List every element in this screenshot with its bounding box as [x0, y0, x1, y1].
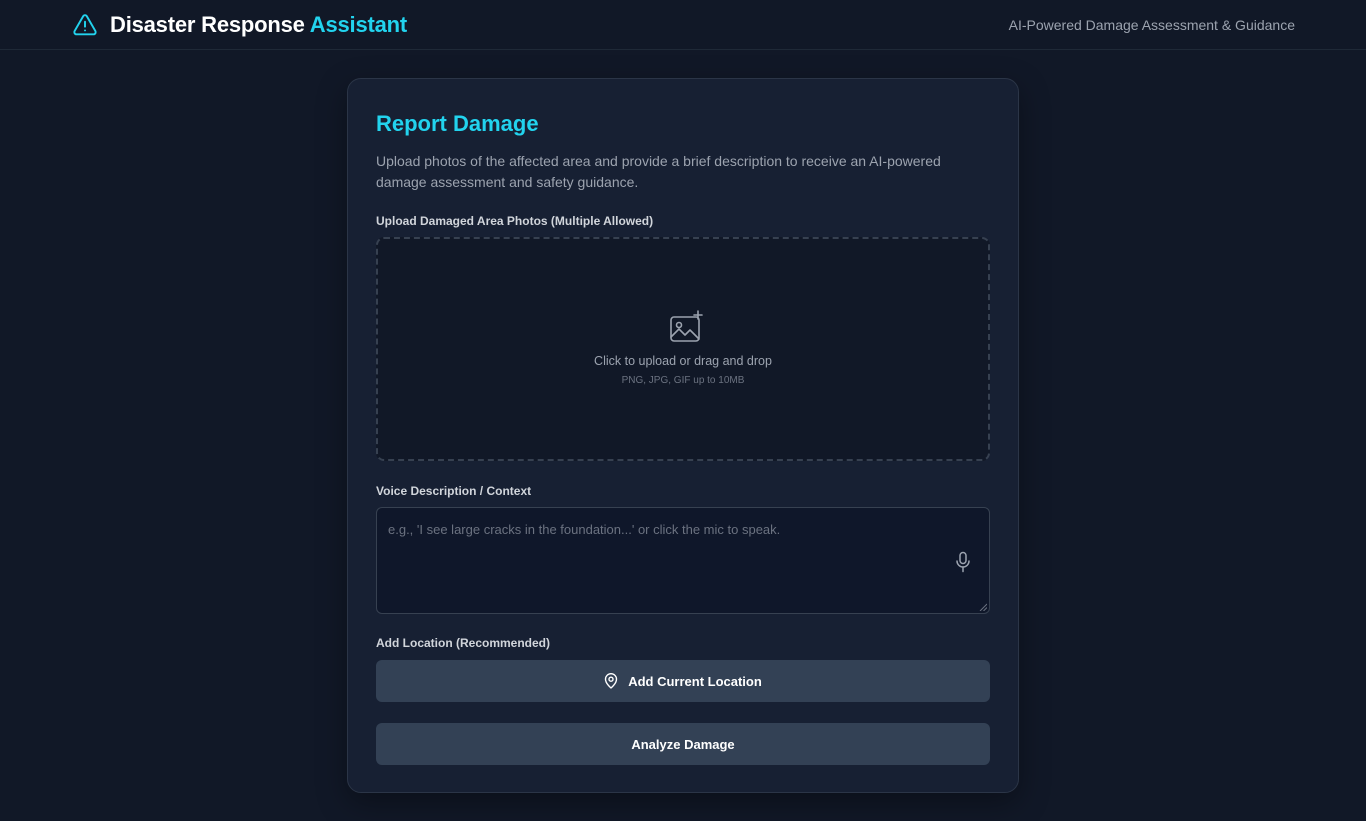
app-title-primary: Disaster Response: [110, 12, 305, 37]
report-damage-card: Report Damage Upload photos of the affec…: [347, 78, 1019, 793]
upload-label: Upload Damaged Area Photos (Multiple All…: [376, 214, 654, 228]
top-bar: Disaster Response Assistant AI-Powered D…: [0, 0, 1366, 50]
upload-prompt: Click to upload or drag and drop: [594, 354, 772, 368]
map-pin-icon: [604, 673, 618, 689]
add-location-button[interactable]: Add Current Location: [376, 660, 990, 702]
voice-description-box: [376, 507, 990, 614]
location-label: Add Location (Recommended): [376, 636, 551, 650]
card-title: Report Damage: [376, 111, 539, 136]
app-tagline: AI-Powered Damage Assessment & Guidance: [1008, 17, 1295, 33]
resize-grip-icon[interactable]: [979, 603, 987, 611]
app-title: Disaster Response Assistant: [110, 12, 407, 38]
analyze-damage-button-label: Analyze Damage: [631, 736, 735, 752]
warning-triangle-icon: [73, 14, 97, 36]
brand: Disaster Response Assistant: [72, 11, 407, 39]
analyze-damage-button[interactable]: Analyze Damage: [376, 723, 990, 765]
voice-label: Voice Description / Context: [376, 484, 532, 498]
card-description: Upload photos of the affected area and p…: [376, 153, 941, 190]
add-location-button-label: Add Current Location: [628, 673, 762, 689]
microphone-icon[interactable]: [955, 551, 971, 573]
image-add-icon: [670, 310, 703, 342]
photo-dropzone[interactable]: Click to upload or drag and drop PNG, JP…: [376, 237, 990, 461]
upload-hint: PNG, JPG, GIF up to 10MB: [621, 375, 745, 386]
app-title-accent: Assistant: [309, 12, 408, 37]
voice-description-input[interactable]: [377, 508, 989, 613]
